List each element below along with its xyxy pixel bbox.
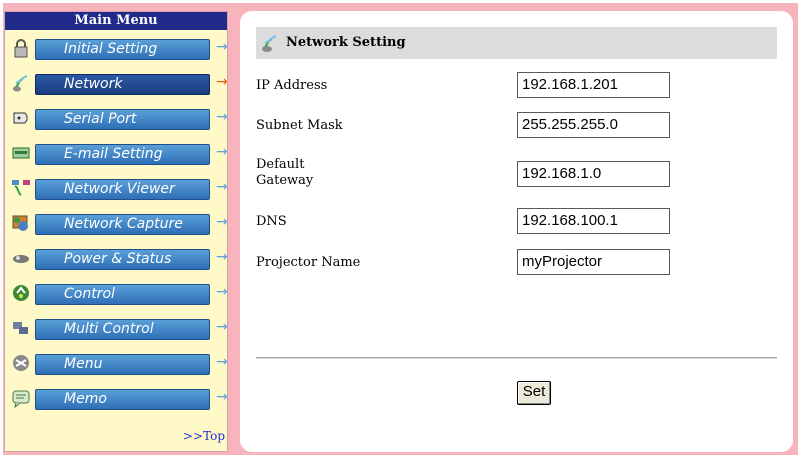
default-gateway-field[interactable]: 192.168.1.0	[517, 161, 670, 187]
serial-port-button[interactable]: Serial Port	[35, 109, 210, 130]
power-status-button[interactable]: Power & Status	[35, 249, 210, 270]
subnet-mask-label: Subnet Mask	[256, 118, 343, 133]
menu-item-serial-port[interactable]: Serial Port →	[5, 103, 228, 133]
menu-item-initial-setting[interactable]: Initial Setting →	[5, 33, 228, 63]
projector-name-field[interactable]: myProjector	[517, 249, 670, 275]
memo-icon	[12, 390, 30, 408]
projector-name-label: Projector Name	[256, 255, 361, 270]
main-menu-title: Main Menu	[5, 12, 227, 30]
menu-item-menu[interactable]: Menu →	[5, 348, 228, 378]
arrow-right-icon: →	[216, 39, 228, 55]
arrow-right-icon: →	[216, 179, 228, 195]
arrow-right-icon: →	[216, 214, 228, 230]
multi-control-button[interactable]: Multi Control	[35, 319, 210, 340]
serial-port-icon	[13, 112, 28, 124]
dns-field[interactable]: 192.168.100.1	[517, 208, 670, 234]
arrow-right-icon: →	[216, 249, 228, 265]
network-icon	[13, 75, 28, 92]
menu-item-control[interactable]: Control →	[5, 278, 228, 308]
control-button[interactable]: Control	[35, 284, 210, 305]
menu-item-memo[interactable]: Memo →	[5, 383, 228, 413]
subnet-mask-field[interactable]: 255.255.255.0	[517, 112, 670, 138]
top-link[interactable]: >>Top	[183, 429, 225, 443]
network-capture-icon	[12, 215, 28, 231]
network-viewer-button[interactable]: Network Viewer	[35, 179, 210, 200]
page-title: Network Setting	[286, 35, 406, 50]
dns-label: DNS	[256, 214, 287, 229]
main-menu-sidebar: Main Menu Initial Setting → Network → Se…	[4, 11, 228, 452]
network-viewer-icon	[12, 180, 30, 196]
multi-control-icon	[13, 322, 28, 334]
menu-item-network[interactable]: Network →	[5, 68, 228, 98]
arrow-right-icon: →	[216, 389, 228, 405]
menu-button[interactable]: Menu	[35, 354, 210, 375]
ip-address-field[interactable]: 192.168.1.201	[517, 72, 670, 98]
default-gateway-label: Default Gateway	[256, 157, 314, 188]
divider	[256, 357, 777, 359]
network-button[interactable]: Network	[35, 74, 210, 95]
lock-icon	[14, 39, 28, 58]
control-icon	[13, 285, 29, 301]
menu-item-power-status[interactable]: Power & Status →	[5, 243, 228, 273]
arrow-right-icon: →	[216, 319, 228, 335]
email-setting-button[interactable]: E-mail Setting	[35, 144, 210, 165]
panel-title-bar: Network Setting	[256, 27, 777, 59]
menu-item-multi-control[interactable]: Multi Control →	[5, 313, 228, 343]
ip-address-label: IP Address	[256, 78, 328, 93]
arrow-right-icon: →	[216, 284, 228, 300]
arrow-right-icon: →	[216, 109, 228, 125]
menu-item-network-capture[interactable]: Network Capture →	[5, 208, 228, 238]
network-setting-panel: Network Setting IP Address 192.168.1.201…	[240, 11, 793, 452]
memo-button[interactable]: Memo	[35, 389, 210, 410]
menu-icon	[13, 355, 29, 371]
network-capture-button[interactable]: Network Capture	[35, 214, 210, 235]
menu-item-network-viewer[interactable]: Network Viewer →	[5, 173, 228, 203]
arrow-right-icon: →	[216, 144, 228, 160]
menu-item-email-setting[interactable]: E-mail Setting →	[5, 138, 228, 168]
initial-setting-button[interactable]: Initial Setting	[35, 39, 210, 60]
projector-icon	[13, 255, 29, 263]
set-button[interactable]: Set	[517, 381, 551, 405]
email-icon	[12, 147, 30, 159]
network-icon	[262, 35, 277, 52]
arrow-right-icon: →	[216, 354, 228, 370]
arrow-right-icon: →	[216, 74, 228, 90]
